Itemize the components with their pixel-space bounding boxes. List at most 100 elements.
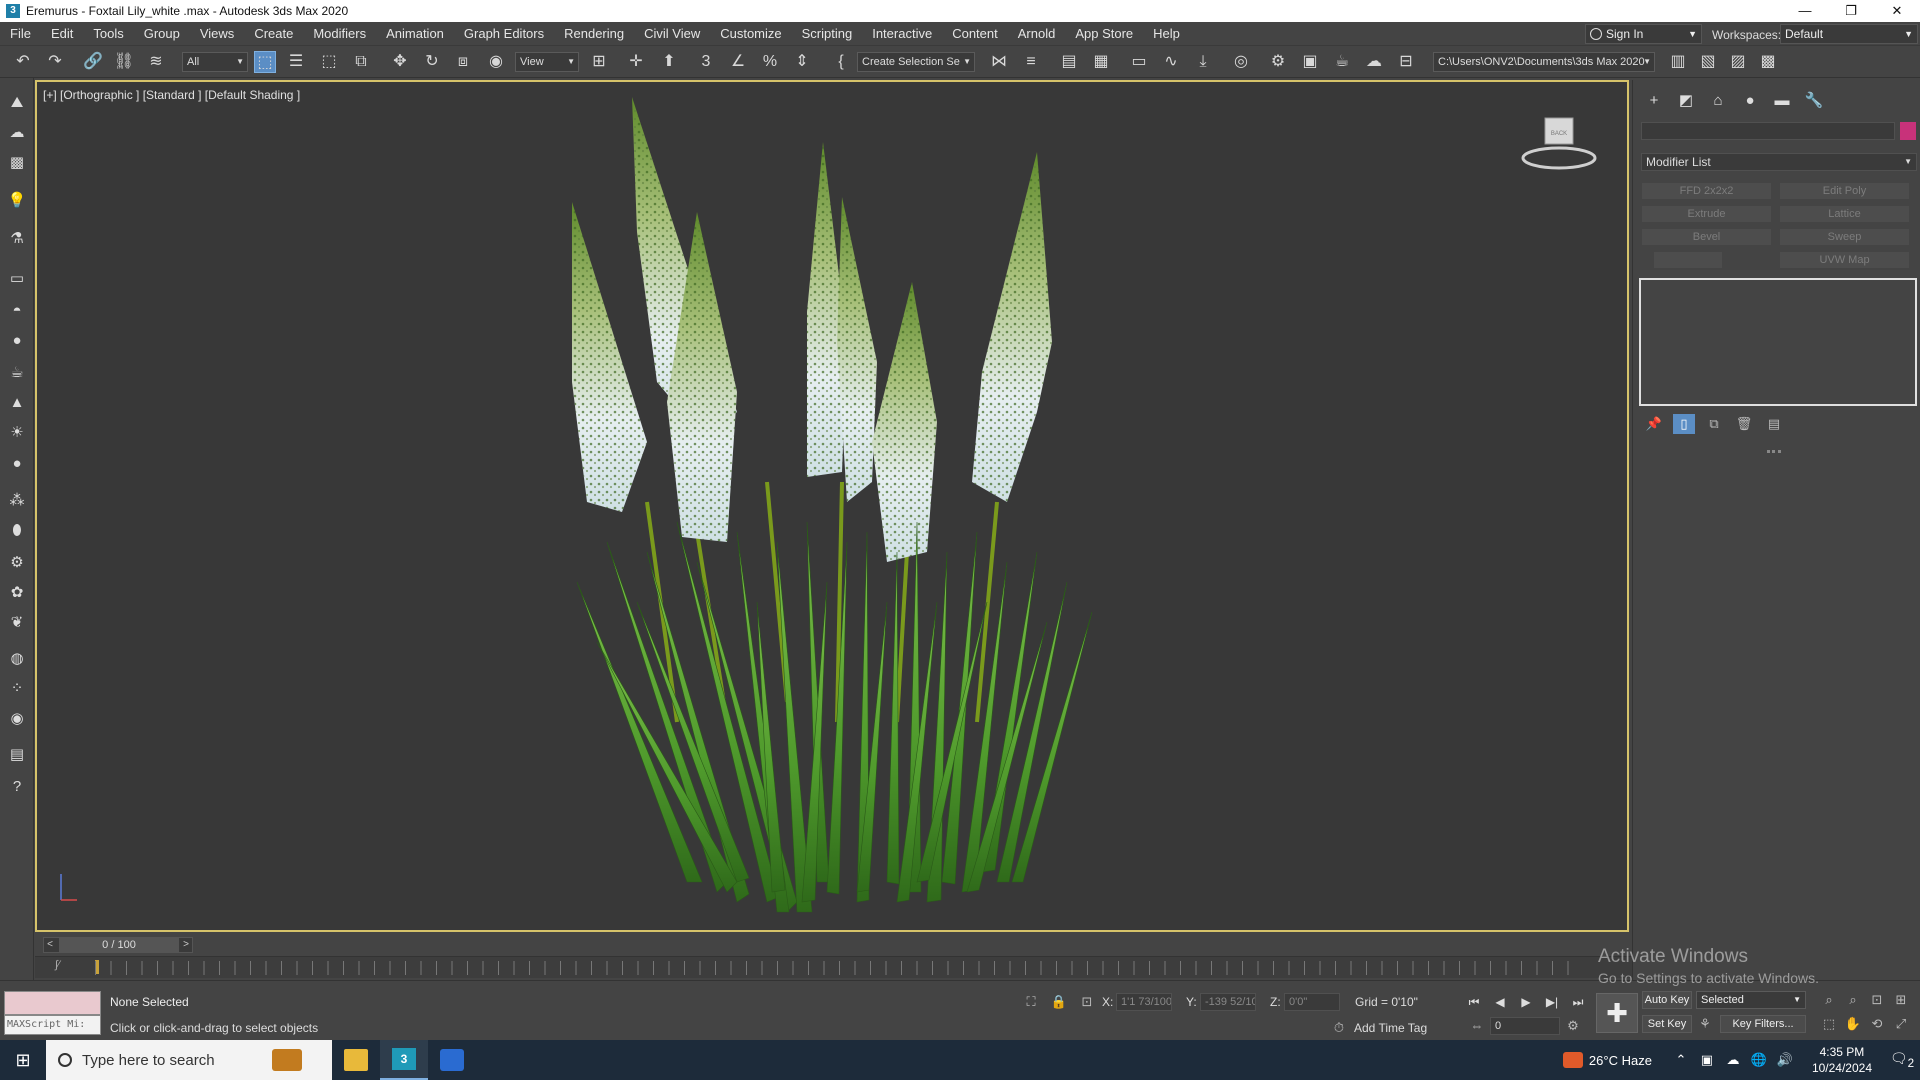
menu-app-store[interactable]: App Store <box>1065 22 1143 46</box>
motion-tab-icon[interactable]: ● <box>1737 90 1763 112</box>
z-coordinate-field[interactable]: 0'0" <box>1284 993 1340 1011</box>
percent-snap-icon[interactable]: % <box>759 51 781 73</box>
menu-civil-view[interactable]: Civil View <box>634 22 710 46</box>
project-icon-2[interactable]: ▧ <box>1697 51 1719 73</box>
menu-group[interactable]: Group <box>134 22 190 46</box>
render-cloud-icon[interactable]: ☁ <box>1363 51 1385 73</box>
modifier-list-dropdown[interactable]: Modifier List ▼ <box>1641 153 1917 171</box>
mirror-icon[interactable]: ⋈ <box>988 51 1010 73</box>
render-icon[interactable]: ◉ <box>6 708 28 730</box>
foxtail-lily-model[interactable] <box>37 82 1629 932</box>
notification-center-icon[interactable]: 🗨2 <box>1884 1050 1920 1070</box>
taskbar-search-box[interactable]: Type here to search <box>46 1040 332 1080</box>
tray-app-icon[interactable]: ▣ <box>1696 1052 1718 1068</box>
select-by-name-icon[interactable]: ☰ <box>285 51 307 73</box>
viewport-orthographic[interactable]: [+] [Orthographic ] [Standard ] [Default… <box>35 80 1629 932</box>
maximize-button[interactable]: ❐ <box>1828 0 1874 22</box>
absolute-mode-icon[interactable]: ⊡ <box>1078 993 1096 1011</box>
modifier-empty-button[interactable] <box>1653 251 1723 269</box>
menu-animation[interactable]: Animation <box>376 22 454 46</box>
default-in-out-tangents-icon[interactable]: ⚘ <box>1696 1015 1714 1033</box>
sphere-icon[interactable]: ● <box>6 330 28 352</box>
zoom-extents-all-icon[interactable]: ⊞ <box>1892 991 1910 1009</box>
rotate-icon[interactable]: ↻ <box>421 51 443 73</box>
globe-icon[interactable]: ◍ <box>6 648 28 670</box>
time-slider-next[interactable]: > <box>180 938 192 952</box>
helper-icon[interactable]: ⚗ <box>6 228 28 250</box>
named-selection-dropdown[interactable]: Create Selection Se ▼ <box>857 52 975 72</box>
close-button[interactable]: ✕ <box>1874 0 1920 22</box>
system-clock[interactable]: 4:35 PM 10/24/2024 <box>1812 1044 1872 1076</box>
current-frame-field[interactable]: 0 <box>1490 1017 1560 1035</box>
create-tab-icon[interactable]: + <box>1641 90 1667 112</box>
modifier-edit-poly-button[interactable]: Edit Poly <box>1779 182 1910 200</box>
keyboard-shortcut-override-icon[interactable]: ⬆ <box>658 51 680 73</box>
make-unique-icon[interactable]: ⧉ <box>1703 414 1725 434</box>
menu-interactive[interactable]: Interactive <box>862 22 942 46</box>
placement-icon[interactable]: ◉ <box>485 51 507 73</box>
create-geometry-icon[interactable]: ⛰ <box>6 92 28 114</box>
zoom-extents-icon[interactable]: ⊡ <box>1868 991 1886 1009</box>
modifier-uvw-map-button[interactable]: UVW Map <box>1779 251 1910 269</box>
gold-sphere-icon[interactable]: ● <box>6 453 28 475</box>
unlink-icon[interactable]: ⛓ <box>113 51 135 73</box>
time-slider-track[interactable]: < 0 / 100 > <box>43 937 193 953</box>
curve-editor-icon[interactable]: ∿ <box>1160 51 1182 73</box>
bind-space-warp-icon[interactable]: ≋ <box>145 51 167 73</box>
pivot-center-icon[interactable]: ⊞ <box>588 51 610 73</box>
render-production-icon[interactable]: ☕ <box>1331 51 1353 73</box>
pan-view-icon[interactable]: ✋ <box>1844 1015 1862 1033</box>
ribbon-toggle-icon[interactable]: ▭ <box>1128 51 1150 73</box>
teapot-icon[interactable]: ☕ <box>6 362 28 384</box>
particles-icon[interactable]: ⁂ <box>6 490 28 512</box>
help-icon[interactable]: ? <box>6 776 28 798</box>
next-frame-icon[interactable]: ▶| <box>1542 993 1562 1011</box>
modifier-bevel-button[interactable]: Bevel <box>1641 228 1772 246</box>
workspace-dropdown[interactable]: Default ▼ <box>1780 24 1918 44</box>
sun-icon[interactable]: ☀ <box>6 422 28 444</box>
previous-frame-icon[interactable]: ◀ <box>1490 993 1510 1011</box>
show-end-result-icon[interactable]: ▯ <box>1673 414 1695 434</box>
plane-icon[interactable]: ▭ <box>6 268 28 290</box>
track-bar[interactable]: ∫∕ <box>35 956 1632 978</box>
menu-help[interactable]: Help <box>1143 22 1190 46</box>
display-tab-icon[interactable]: ▬ <box>1769 90 1795 112</box>
modifier-stack[interactable] <box>1639 278 1917 406</box>
y-coordinate-field[interactable]: -139 52/10 <box>1200 993 1256 1011</box>
project-icon-3[interactable]: ▨ <box>1727 51 1749 73</box>
orbit-icon[interactable]: ⟲ <box>1868 1015 1886 1033</box>
selection-lock-icon[interactable]: 🔒 <box>1050 993 1068 1011</box>
selection-filter-dropdown[interactable]: All ▼ <box>182 52 248 72</box>
dome-icon[interactable]: ◓ <box>6 300 28 322</box>
minimize-button[interactable]: — <box>1782 0 1828 22</box>
select-manipulate-icon[interactable]: ✛ <box>625 51 647 73</box>
weather-widget[interactable]: 26°C Haze <box>1562 1052 1652 1068</box>
layer-explorer-icon[interactable]: ▦ <box>1090 51 1112 73</box>
materials-icon[interactable]: ⁘ <box>6 678 28 700</box>
edit-named-selections-icon[interactable]: { <box>830 51 852 73</box>
menu-rendering[interactable]: Rendering <box>554 22 634 46</box>
menu-graph-editors[interactable]: Graph Editors <box>454 22 554 46</box>
window-crossing-icon[interactable]: ⧉ <box>350 51 372 73</box>
viewcube[interactable]: BACK <box>1519 114 1599 174</box>
maximize-viewport-icon[interactable]: ⤢ <box>1892 1015 1910 1033</box>
play-icon[interactable]: ▶ <box>1516 993 1536 1011</box>
remove-modifier-icon[interactable]: 🗑 <box>1733 414 1755 434</box>
menu-tools[interactable]: Tools <box>83 22 133 46</box>
modifier-extrude-button[interactable]: Extrude <box>1641 205 1772 223</box>
menu-edit[interactable]: Edit <box>41 22 83 46</box>
network-icon[interactable]: 🌐 <box>1748 1052 1770 1068</box>
settings-icon[interactable]: ✿ <box>6 582 28 604</box>
scene-icon[interactable]: ▩ <box>6 152 28 174</box>
taskbar-3dsmax[interactable]: 3 <box>380 1040 428 1080</box>
sign-in-button[interactable]: Sign In ▼ <box>1585 24 1702 44</box>
menu-customize[interactable]: Customize <box>710 22 791 46</box>
time-tag-icon[interactable]: ⏱ <box>1330 1019 1348 1037</box>
modifier-ffd-button[interactable]: FFD 2x2x2 <box>1641 182 1772 200</box>
menu-views[interactable]: Views <box>190 22 244 46</box>
menu-modifiers[interactable]: Modifiers <box>303 22 376 46</box>
align-icon[interactable]: ≡ <box>1020 51 1042 73</box>
spinner-snap-icon[interactable]: ⇕ <box>791 51 813 73</box>
snaps-toggle-icon[interactable]: 3 <box>695 51 717 73</box>
schematic-view-icon[interactable]: ⤓ <box>1192 51 1214 73</box>
